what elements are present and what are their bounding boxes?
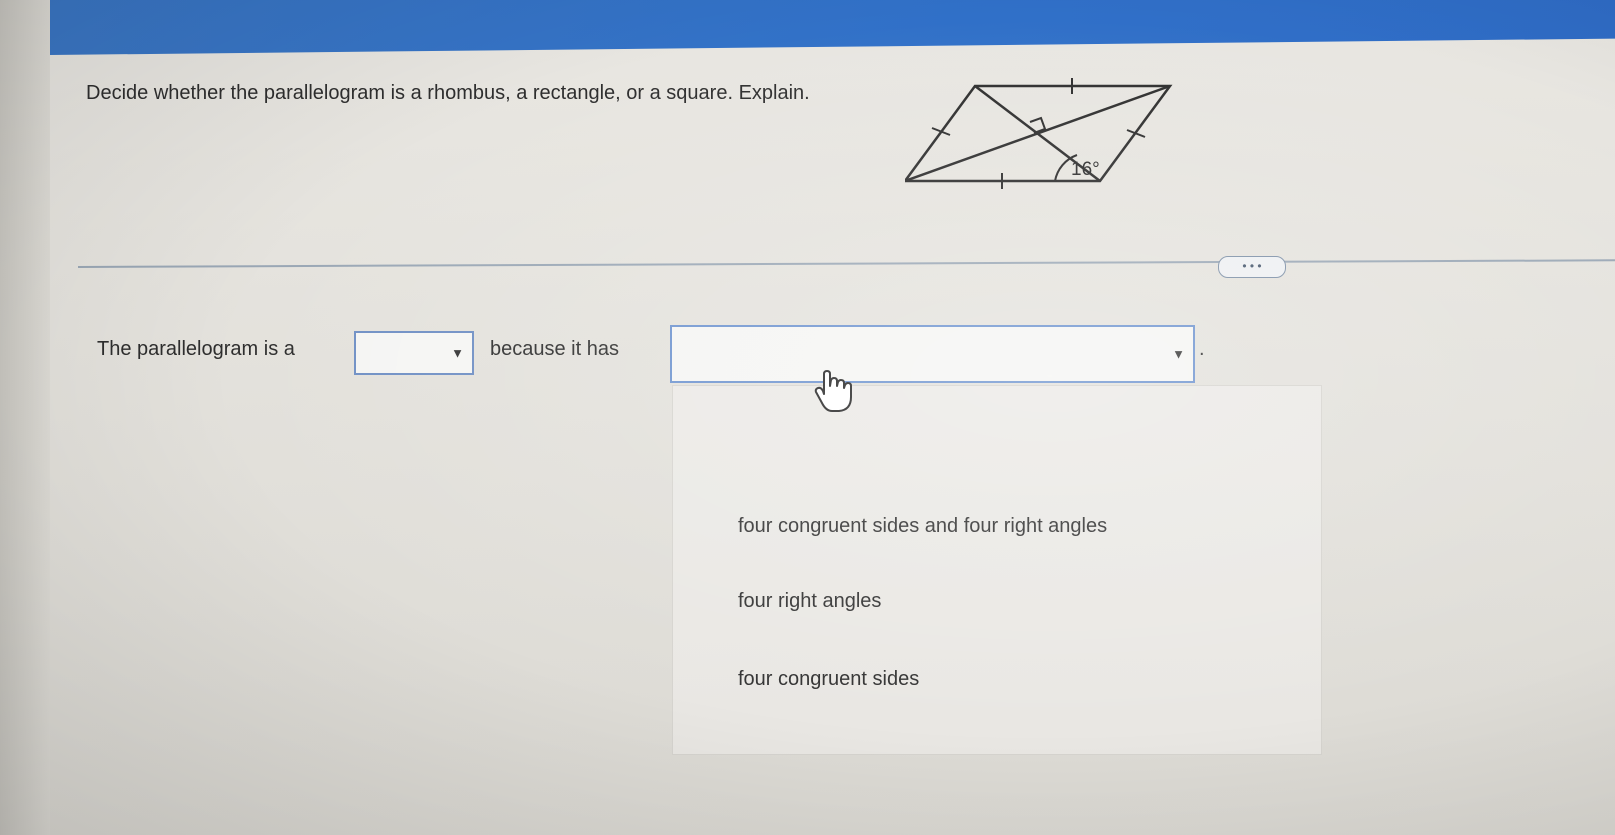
dropdown-caret-icon: ▼ — [451, 345, 464, 361]
question-text: Decide whether the parallelogram is a rh… — [86, 82, 810, 104]
angle-label: 16° — [1071, 159, 1100, 180]
dropdown-option[interactable]: four right angles — [738, 590, 881, 613]
dropdown-options-panel — [672, 385, 1322, 755]
dropdown-option[interactable]: four congruent sides and four right angl… — [738, 515, 1107, 538]
section-divider — [77, 259, 1615, 268]
dropdown-option[interactable]: four congruent sides — [738, 668, 919, 691]
parallelogram-figure: 16° — [905, 78, 1173, 189]
dropdown-caret-icon: ▼ — [1172, 346, 1185, 362]
header-bar — [50, 0, 1615, 55]
shape-select[interactable]: ▼ — [354, 331, 474, 375]
reason-select[interactable]: ▼ — [670, 325, 1195, 383]
answer-prefix-label: The parallelogram is a — [97, 338, 295, 360]
hand-pointer-icon — [814, 370, 852, 412]
answer-suffix-label: . — [1199, 338, 1205, 360]
more-options-button[interactable]: • • • — [1218, 256, 1286, 278]
answer-middle-label: because it has — [490, 338, 619, 360]
page-edge-shadow — [0, 0, 50, 835]
